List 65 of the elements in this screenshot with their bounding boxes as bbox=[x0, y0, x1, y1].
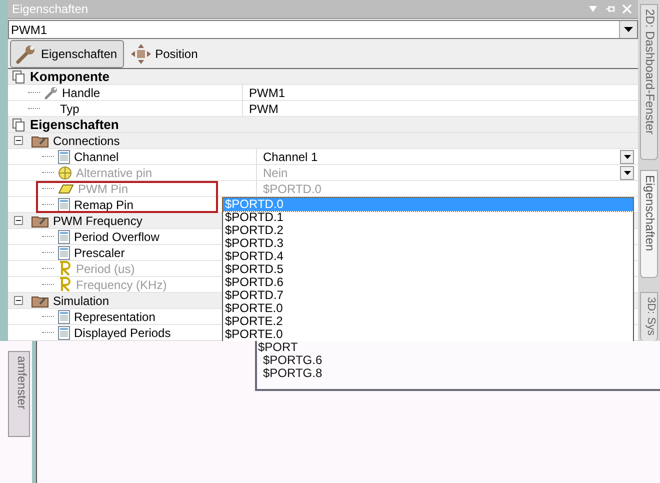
wrench-icon bbox=[44, 86, 58, 100]
property-value[interactable]: PWM1 bbox=[249, 86, 285, 100]
property-label: Displayed Periods bbox=[74, 326, 171, 340]
property-label: Remap Pin bbox=[74, 198, 134, 212]
list-option[interactable]: $PORTD.1 bbox=[223, 211, 633, 224]
property-label: Frequency (KHz) bbox=[76, 278, 167, 292]
document-icon bbox=[58, 310, 70, 324]
dropdown-button[interactable] bbox=[620, 150, 634, 164]
side-tab[interactable]: Eigenschaften bbox=[640, 170, 658, 278]
caret-icon bbox=[624, 170, 630, 174]
property-label: Period (us) bbox=[76, 262, 135, 276]
collapse-icon[interactable] bbox=[14, 296, 23, 305]
dropdown-button[interactable] bbox=[619, 21, 637, 38]
document-icon bbox=[58, 230, 70, 244]
list-option[interactable]: $PORTD.7 bbox=[223, 289, 633, 302]
collapse-icon[interactable] bbox=[14, 136, 23, 145]
list-option[interactable]: $PORTG.6 bbox=[257, 354, 660, 367]
category-label: Eigenschaften bbox=[30, 117, 119, 132]
crosshair-icon bbox=[58, 166, 72, 180]
tab[interactable]: Position bbox=[126, 40, 205, 68]
list-option[interactable]: $PORTE.0 bbox=[223, 302, 633, 315]
category-label: Komponente bbox=[30, 69, 110, 84]
panel-title: Eigenschaften bbox=[12, 2, 88, 16]
wrench-icon bbox=[15, 43, 37, 65]
property-value[interactable]: Channel 1 bbox=[263, 150, 318, 164]
document-icon bbox=[58, 198, 70, 212]
property-label: PWM Pin bbox=[78, 182, 128, 196]
list-option[interactable]: $PORTD.2 bbox=[223, 224, 633, 237]
list-option[interactable]: $PORT bbox=[257, 341, 660, 354]
folder-icon bbox=[31, 214, 49, 228]
property-label: Alternative pin bbox=[76, 166, 152, 180]
list-option[interactable]: $PORTD.5 bbox=[223, 263, 633, 276]
list-option[interactable]: $PORTE.0 bbox=[223, 328, 633, 341]
collapse-icon[interactable] bbox=[14, 216, 23, 225]
list-option[interactable]: $PORTD.4 bbox=[223, 250, 633, 263]
r-icon bbox=[58, 261, 72, 276]
group-label: PWM Frequency bbox=[53, 214, 142, 228]
side-tab[interactable]: 3D: Sys bbox=[640, 292, 658, 341]
side-tab[interactable]: amfenster bbox=[8, 351, 30, 437]
caret-icon bbox=[624, 154, 630, 158]
property-value[interactable]: PWM bbox=[249, 102, 278, 116]
caret-icon bbox=[624, 26, 633, 32]
property-label: Representation bbox=[74, 310, 156, 324]
folder-icon bbox=[31, 134, 49, 148]
category-icon bbox=[12, 118, 26, 132]
side-tab[interactable]: 2D: Dashboard-Fenster bbox=[640, 4, 658, 160]
parallelogram-icon bbox=[58, 184, 74, 194]
list-option[interactable]: $PORTD.6 bbox=[223, 276, 633, 289]
group-label: Simulation bbox=[53, 294, 110, 308]
document-icon bbox=[58, 246, 70, 260]
list-option[interactable]: $PORTD.3 bbox=[223, 237, 633, 250]
list-option[interactable]: $PORTG.8 bbox=[257, 367, 660, 380]
property-label: Period Overflow bbox=[74, 230, 160, 244]
group-label: Connections bbox=[53, 134, 120, 148]
property-label: Typ bbox=[60, 102, 80, 116]
tab[interactable]: Eigenschaften bbox=[10, 40, 124, 68]
property-label: Prescaler bbox=[74, 246, 125, 260]
document-icon bbox=[58, 150, 70, 164]
move-icon bbox=[131, 44, 152, 64]
object-selector[interactable]: PWM1 bbox=[8, 20, 638, 39]
property-label: Handle bbox=[62, 86, 100, 100]
r-icon bbox=[58, 277, 72, 292]
list-option[interactable]: $PORTE.2 bbox=[223, 315, 633, 328]
property-label: Channel bbox=[74, 150, 119, 164]
folder-icon bbox=[31, 294, 49, 308]
